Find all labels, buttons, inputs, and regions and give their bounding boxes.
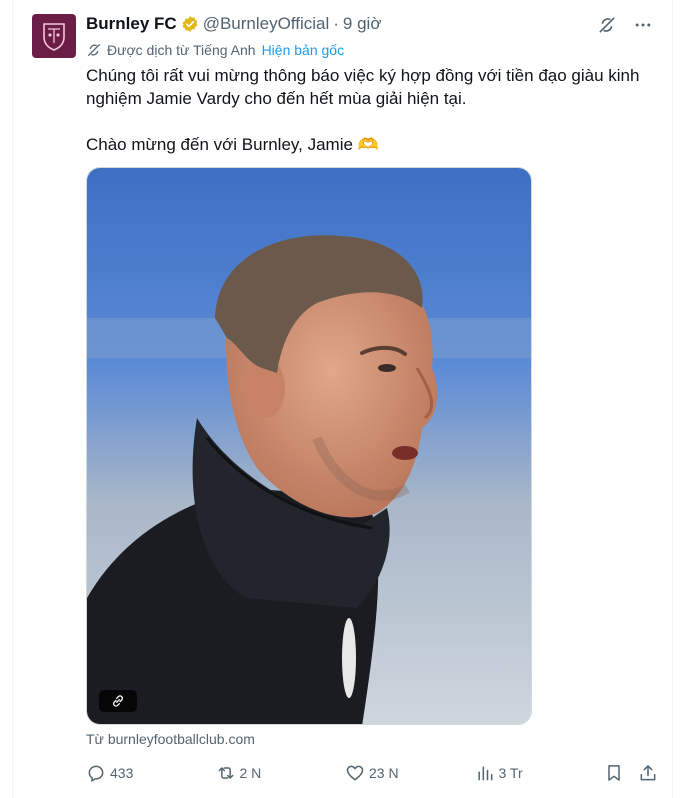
author-name[interactable]: Burnley FC xyxy=(86,14,177,34)
like-button[interactable]: 23 N xyxy=(345,763,475,783)
tweet-text-paragraph-1: Chúng tôi rất vui mừng thông báo việc ký… xyxy=(86,66,640,108)
tweet-secondary-actions xyxy=(604,763,658,783)
avatar[interactable] xyxy=(32,14,76,58)
translation-label: Được dịch từ Tiếng Anh xyxy=(107,42,256,58)
like-count: 23 N xyxy=(369,765,399,781)
bookmark-icon[interactable] xyxy=(604,763,624,783)
repost-button[interactable]: 2 N xyxy=(216,763,346,783)
show-original-link[interactable]: Hiện bản gốc xyxy=(262,42,345,58)
separator-dot: · xyxy=(333,14,339,33)
translation-note: Được dịch từ Tiếng Anh Hiện bản gốc xyxy=(86,42,344,58)
views-icon xyxy=(475,763,495,783)
tweet-text: Chúng tôi rất vui mừng thông báo việc ký… xyxy=(86,64,646,156)
reply-icon xyxy=(86,763,106,783)
heart-icon xyxy=(345,763,365,783)
tweet-actions: 433 2 N 23 N 3 Tr xyxy=(86,762,658,784)
tweet-header: Burnley FC @BurnleyOfficial · 9 giờ xyxy=(86,13,381,35)
club-crest-icon xyxy=(43,23,65,51)
repost-icon xyxy=(216,763,236,783)
tweet-top-actions xyxy=(596,14,654,36)
link-icon[interactable] xyxy=(99,690,137,712)
source-link[interactable]: Từ burnleyfootballclub.com xyxy=(86,731,255,747)
grok-icon[interactable] xyxy=(596,14,618,36)
author-handle[interactable]: @BurnleyOfficial xyxy=(203,14,330,34)
reply-count: 433 xyxy=(110,765,134,781)
repost-count: 2 N xyxy=(239,765,262,781)
share-icon[interactable] xyxy=(638,763,658,783)
tweet-text-paragraph-2: Chào mừng đến với Burnley, Jamie 🫶 xyxy=(86,135,379,154)
reply-button[interactable]: 433 xyxy=(86,763,216,783)
translate-icon xyxy=(86,42,102,58)
post-time[interactable]: 9 giờ xyxy=(343,14,382,34)
views-button[interactable]: 3 Tr xyxy=(475,763,605,783)
tweet-photo[interactable] xyxy=(86,167,532,725)
player-photo xyxy=(87,168,531,724)
views-count: 3 Tr xyxy=(498,765,523,781)
more-dots-icon[interactable] xyxy=(632,14,654,36)
gold-verified-badge-icon[interactable] xyxy=(181,15,199,33)
